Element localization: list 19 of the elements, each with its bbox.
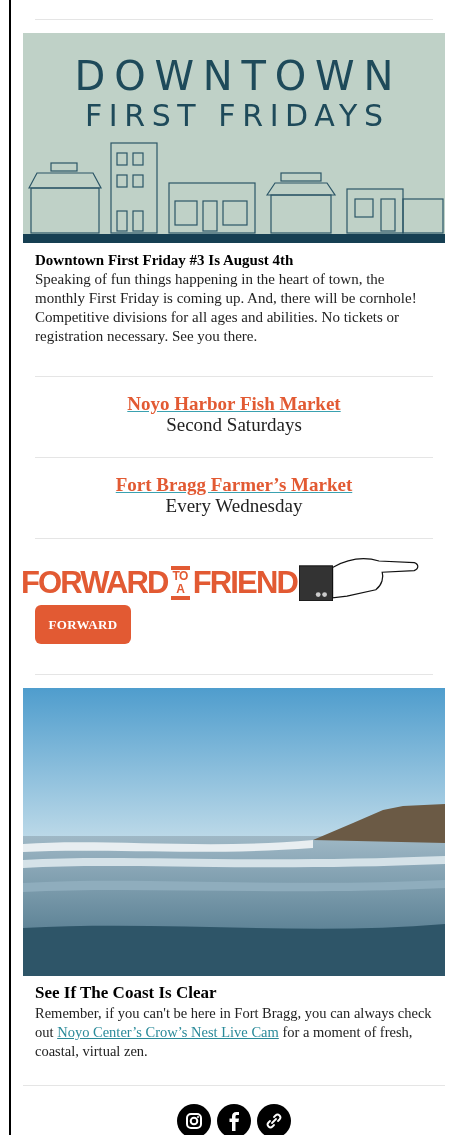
section-title: See If The Coast Is Clear bbox=[35, 982, 218, 1004]
event-description: Speaking of fun things happening in the heart of town, the monthly First Friday is coming up. And, there will be cornhole! Competitive divisions for all ages and abilities. No tickets or registration necessary. See you there. bbox=[35, 270, 418, 346]
link-icon[interactable] bbox=[257, 1104, 291, 1135]
market-link[interactable]: Noyo Harbor Fish Market bbox=[127, 393, 341, 415]
friend-heading: FRIEND bbox=[192, 564, 297, 602]
to-label: TO bbox=[172, 570, 188, 583]
market-schedule: Second Saturdays bbox=[166, 415, 302, 435]
facebook-icon[interactable] bbox=[217, 1104, 251, 1135]
banner-title: DOWNTOWN bbox=[73, 53, 403, 99]
section-description: Remember, if you can't be here in Fort Bragg, you can always check out Noyo Center’s Crow’s Nest Live Cam for a moment of fresh, coastal, virtual zen. bbox=[35, 1004, 433, 1061]
forward-button[interactable]: FORWARD bbox=[35, 605, 131, 644]
live-cam-link[interactable]: Noyo Center’s Crow’s Nest Live Cam bbox=[57, 1024, 279, 1040]
market-schedule: Every Wednesday bbox=[165, 496, 303, 516]
banner-subtitle: FIRST FRIDAYS bbox=[83, 99, 390, 133]
market-link[interactable]: Fort Bragg Farmer’s Market bbox=[115, 474, 353, 496]
a-label: A bbox=[176, 583, 185, 596]
event-title: Downtown First Friday #3 Is August 4th bbox=[35, 251, 295, 270]
instagram-icon[interactable] bbox=[177, 1104, 211, 1135]
forward-heading: FORWARD bbox=[21, 564, 168, 602]
